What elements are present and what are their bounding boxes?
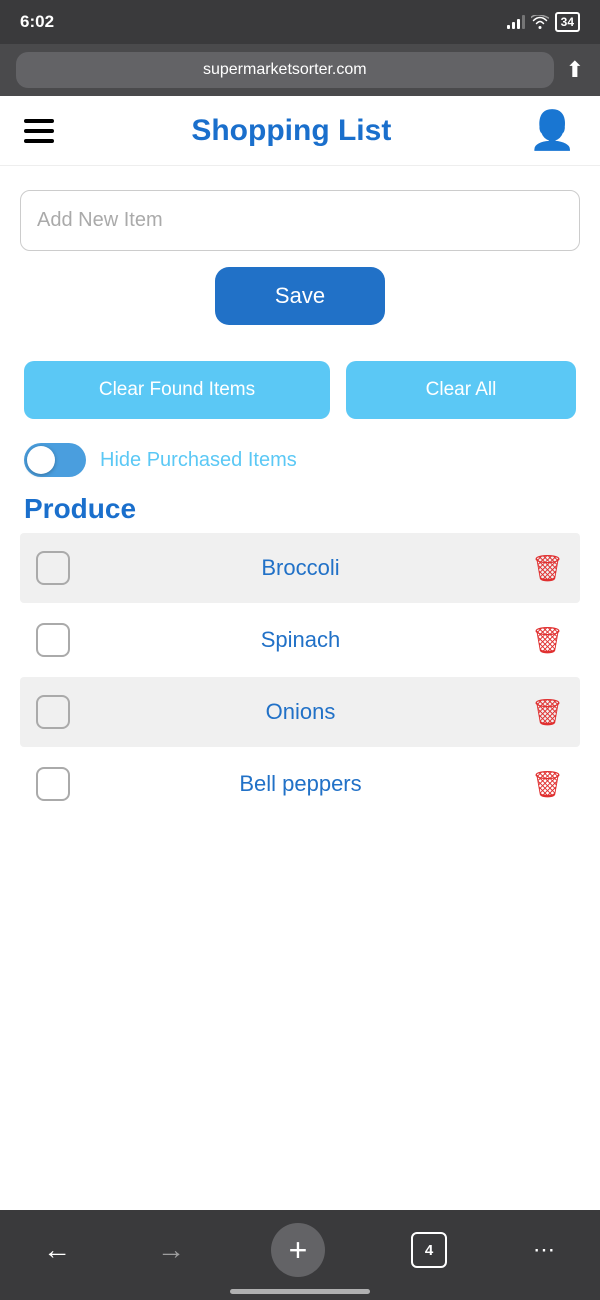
item-name: Spinach — [70, 627, 531, 653]
wifi-icon — [531, 15, 549, 29]
add-tab-button[interactable]: + — [271, 1223, 325, 1277]
delete-icon[interactable]: 🗑 — [531, 697, 564, 728]
clear-all-button[interactable]: Clear All — [346, 361, 576, 419]
item-checkbox[interactable] — [36, 623, 70, 657]
app-title: Shopping List — [191, 114, 391, 148]
item-name: Broccoli — [70, 555, 531, 581]
shopping-list: Broccoli 🗑 Spinach 🗑 Onions 🗑 Bell peppe… — [20, 533, 580, 819]
tab-count[interactable]: 4 — [411, 1232, 447, 1268]
delete-icon[interactable]: 🗑 — [531, 769, 564, 800]
user-profile-icon[interactable]: 👤 — [529, 112, 576, 150]
save-button-wrap: Save — [20, 267, 580, 325]
clear-buttons-row: Clear Found Items Clear All — [20, 361, 580, 419]
bottom-nav: ← → + 4 ⋯ — [0, 1210, 600, 1300]
forward-button[interactable]: → — [157, 1234, 185, 1266]
hamburger-menu-icon[interactable] — [24, 119, 54, 143]
url-text: supermarketsorter.com — [203, 61, 367, 79]
list-item: Bell peppers 🗑 — [20, 749, 580, 819]
battery-indicator: 34 — [555, 12, 580, 32]
list-item: Spinach 🗑 — [20, 605, 580, 675]
hide-purchased-row: Hide Purchased Items — [20, 443, 580, 477]
toggle-knob — [27, 446, 55, 474]
more-options-button[interactable]: ⋯ — [533, 1237, 557, 1263]
item-name: Onions — [70, 699, 531, 725]
status-icons: 34 — [507, 12, 580, 32]
produce-section-header: Produce — [20, 493, 580, 525]
hide-purchased-label: Hide Purchased Items — [100, 449, 297, 472]
main-content: Save Clear Found Items Clear All Hide Pu… — [0, 166, 600, 819]
item-name: Bell peppers — [70, 771, 531, 797]
status-bar: 6:02 34 — [0, 0, 600, 44]
back-button[interactable]: ← — [43, 1234, 71, 1266]
add-item-input[interactable] — [20, 190, 580, 251]
list-item: Broccoli 🗑 — [20, 533, 580, 603]
item-checkbox[interactable] — [36, 551, 70, 585]
hide-purchased-toggle[interactable] — [24, 443, 86, 477]
save-button[interactable]: Save — [215, 267, 385, 325]
url-bar[interactable]: supermarketsorter.com — [16, 52, 554, 88]
browser-bar: supermarketsorter.com ⬆ — [0, 44, 600, 96]
delete-icon[interactable]: 🗑 — [531, 553, 564, 584]
signal-icon — [507, 15, 525, 29]
status-time: 6:02 — [20, 12, 54, 32]
app-header: Shopping List 👤 — [0, 96, 600, 166]
home-indicator — [230, 1289, 370, 1294]
item-checkbox[interactable] — [36, 767, 70, 801]
share-icon[interactable]: ⬆ — [566, 57, 584, 83]
clear-found-button[interactable]: Clear Found Items — [24, 361, 330, 419]
delete-icon[interactable]: 🗑 — [531, 625, 564, 656]
list-item: Onions 🗑 — [20, 677, 580, 747]
item-checkbox[interactable] — [36, 695, 70, 729]
